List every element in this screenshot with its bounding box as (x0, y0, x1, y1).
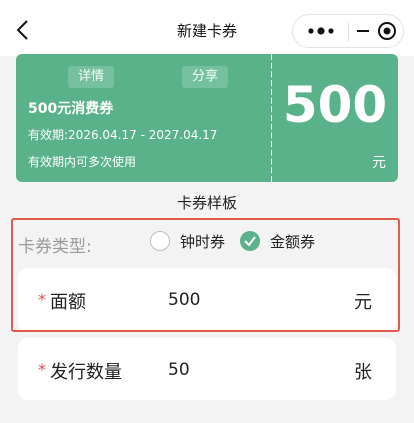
required-marker: * (38, 360, 46, 379)
coupon-amount: 500 (282, 76, 388, 134)
quantity-unit: 张 (354, 362, 372, 383)
coupon-amount-panel: 500 元 (272, 54, 398, 182)
radio-unchecked-icon[interactable] (150, 231, 170, 251)
sample-section-title: 卡券样板 (176, 194, 237, 212)
face-value-field[interactable]: * 面额 500 元 (18, 268, 396, 332)
coupon-usage-note: 有效期内可多次使用 (28, 155, 137, 169)
share-button[interactable]: 分享 (182, 66, 229, 88)
face-value-unit: 元 (354, 292, 372, 313)
coupon-info-panel: 详情 分享 500元消费券 有效期:2026.04.17 - 2027.04.1… (16, 54, 272, 182)
target-close-icon[interactable] (349, 15, 404, 47)
radio-checked-icon[interactable] (240, 231, 260, 251)
hour-coupon-label: 钟时券 (180, 233, 226, 251)
navigation-bar: 新建卡券 (0, 0, 414, 56)
face-value-input[interactable]: 500 (168, 290, 200, 310)
quantity-field[interactable]: * 发行数量 50 张 (18, 338, 396, 400)
coupon-name: 500元消费券 (28, 101, 114, 117)
coupon-type-label: 卡券类型: (18, 237, 92, 257)
coupon-type-row: 卡券类型: 钟时券 金额券 (0, 220, 414, 264)
coupon-validity: 有效期:2026.04.17 - 2027.04.17 (28, 128, 218, 142)
amount-coupon-label: 金额券 (270, 233, 316, 251)
more-dots-icon[interactable] (293, 15, 348, 47)
mini-program-capsule (292, 14, 404, 48)
coupon-preview: 详情 分享 500元消费券 有效期:2026.04.17 - 2027.04.1… (16, 54, 398, 182)
quantity-input[interactable]: 50 (168, 360, 190, 380)
quantity-label: 发行数量 (50, 362, 122, 383)
required-marker: * (38, 290, 46, 309)
detail-button[interactable]: 详情 (68, 66, 115, 88)
face-value-label: 面额 (50, 292, 86, 313)
coupon-amount-unit: 元 (372, 155, 386, 171)
